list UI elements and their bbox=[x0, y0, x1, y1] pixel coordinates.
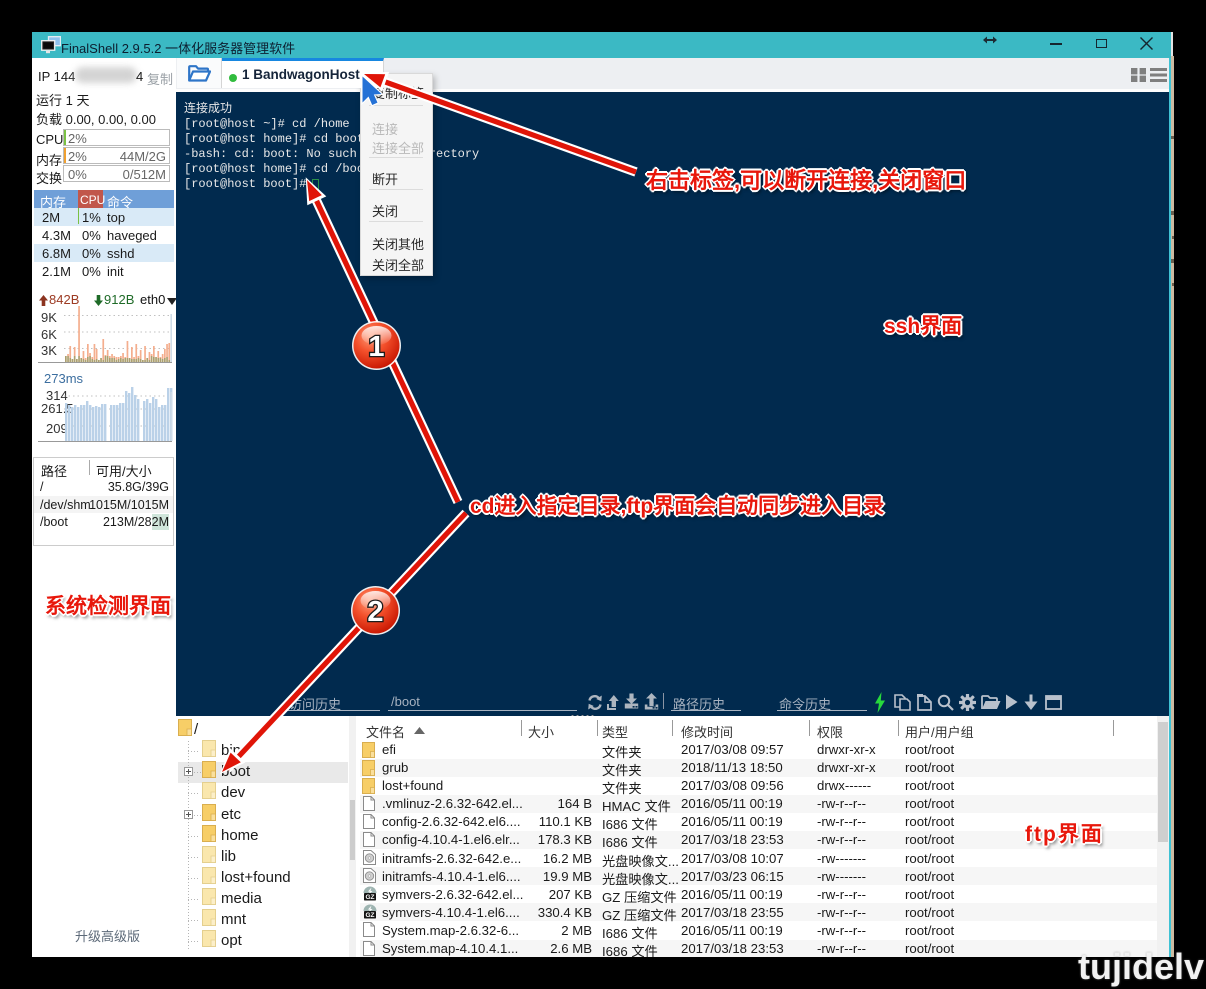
svg-text:2: 2 bbox=[367, 596, 383, 628]
svg-text:1: 1 bbox=[368, 331, 384, 363]
